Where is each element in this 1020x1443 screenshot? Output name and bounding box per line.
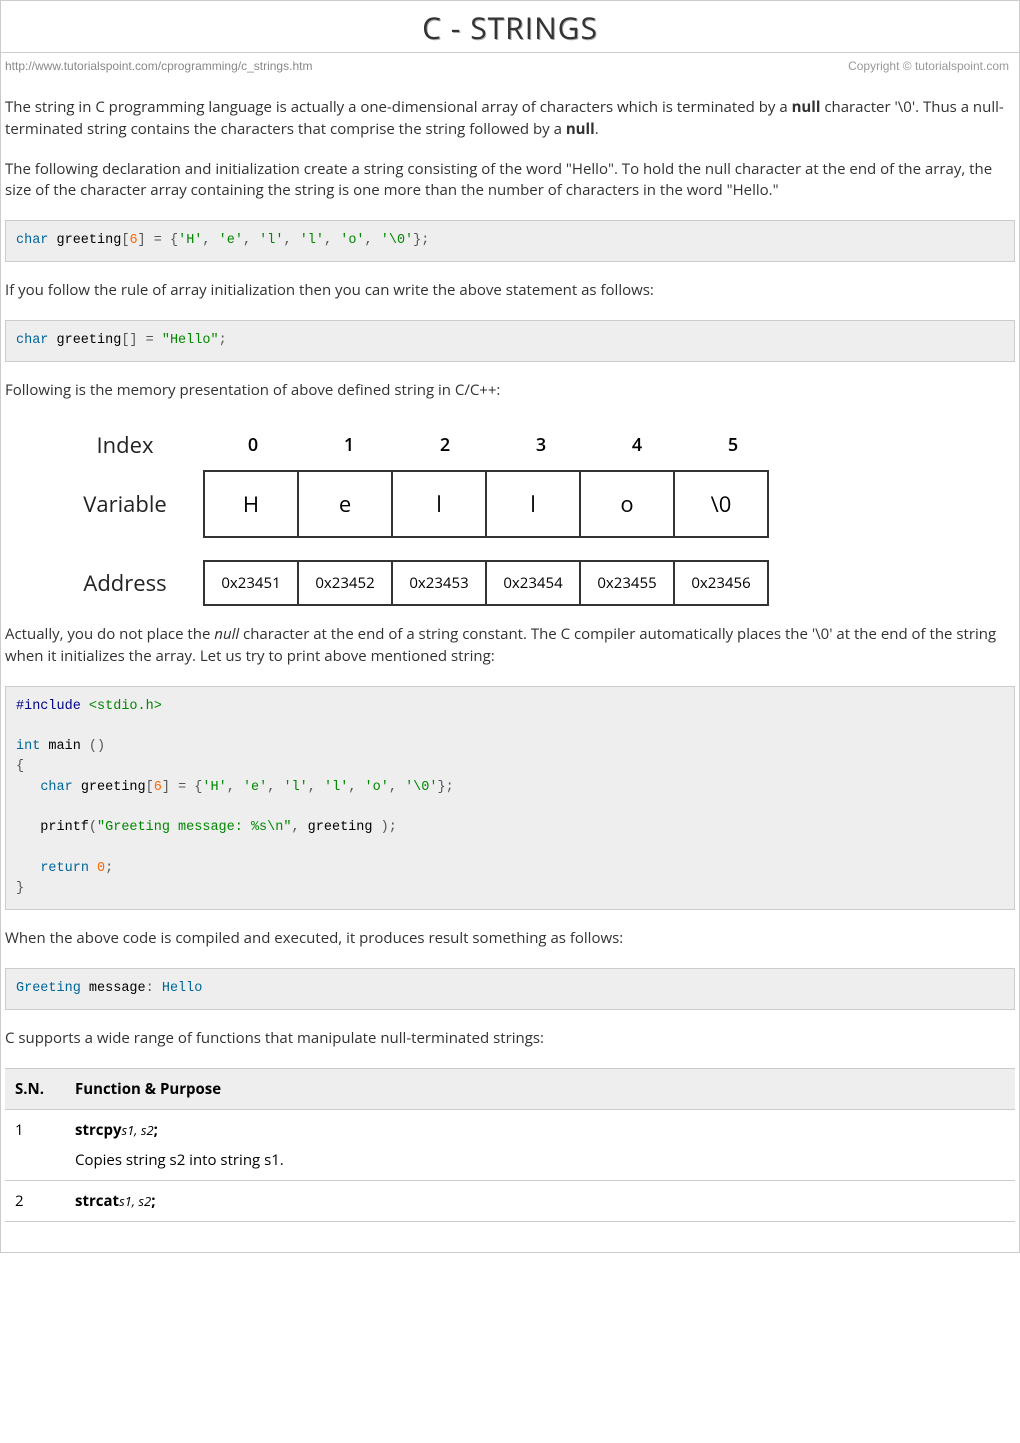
diagram-variable-cell: H (203, 470, 299, 538)
meta-row: http://www.tutorialspoint.com/cprogrammi… (1, 53, 1019, 79)
diagram-index-cell: 1 (301, 420, 397, 470)
memory-diagram: Index 0 1 2 3 4 5 Variable H e l l o \0 … (65, 420, 1015, 606)
diagram-index-cell: 3 (493, 420, 589, 470)
table-header-sn: S.N. (5, 1068, 65, 1109)
table-row: 2 strcats1, s2; (5, 1180, 1015, 1221)
table-row: 1 strcpys1, s2; Copies string s2 into st… (5, 1109, 1015, 1180)
diagram-address-cell: 0x23452 (297, 560, 393, 606)
diagram-address-cell: 0x23454 (485, 560, 581, 606)
diagram-index-cell: 4 (589, 420, 685, 470)
paragraph-memory: Following is the memory presentation of … (5, 380, 1015, 402)
diagram-index-cell: 0 (205, 420, 301, 470)
table-cell-fp: strcpys1, s2; Copies string s2 into stri… (65, 1109, 1015, 1180)
diagram-address-cell: 0x23453 (391, 560, 487, 606)
paragraph-intro: The string in C programming language is … (5, 97, 1015, 141)
diagram-variable-cell: o (579, 470, 675, 538)
paragraph-functions: C supports a wide range of functions tha… (5, 1028, 1015, 1050)
diagram-variable-cell: \0 (673, 470, 769, 538)
code-block-output: Greeting message: Hello (5, 968, 1015, 1010)
copyright-text: Copyright © tutorialspoint.com (848, 59, 1009, 73)
source-url[interactable]: http://www.tutorialspoint.com/cprogrammi… (5, 59, 312, 73)
diagram-index-cell: 2 (397, 420, 493, 470)
page-title: C - STRINGS (1, 1, 1019, 53)
paragraph-rule: If you follow the rule of array initiali… (5, 280, 1015, 302)
code-block-greeting-string: char greeting[] = "Hello"; (5, 320, 1015, 362)
diagram-label-address: Address (65, 568, 205, 598)
diagram-label-index: Index (65, 430, 205, 460)
paragraph-actually: Actually, you do not place the null char… (5, 624, 1015, 668)
functions-table: S.N. Function & Purpose 1 strcpys1, s2; … (5, 1068, 1015, 1222)
paragraph-declaration: The following declaration and initializa… (5, 159, 1015, 203)
code-block-greeting-array: char greeting[6] = {'H', 'e', 'l', 'l', … (5, 220, 1015, 262)
diagram-variable-cell: l (391, 470, 487, 538)
table-cell-sn: 2 (5, 1180, 65, 1221)
table-cell-sn: 1 (5, 1109, 65, 1180)
diagram-address-cell: 0x23451 (203, 560, 299, 606)
diagram-variable-cell: e (297, 470, 393, 538)
diagram-variable-cell: l (485, 470, 581, 538)
diagram-label-variable: Variable (65, 489, 205, 519)
diagram-address-cell: 0x23456 (673, 560, 769, 606)
table-cell-fp: strcats1, s2; (65, 1180, 1015, 1221)
diagram-address-cell: 0x23455 (579, 560, 675, 606)
table-header-fp: Function & Purpose (65, 1068, 1015, 1109)
paragraph-result: When the above code is compiled and exec… (5, 928, 1015, 950)
code-block-program: #include <stdio.h> int main () { char gr… (5, 686, 1015, 911)
diagram-index-cell: 5 (685, 420, 781, 470)
